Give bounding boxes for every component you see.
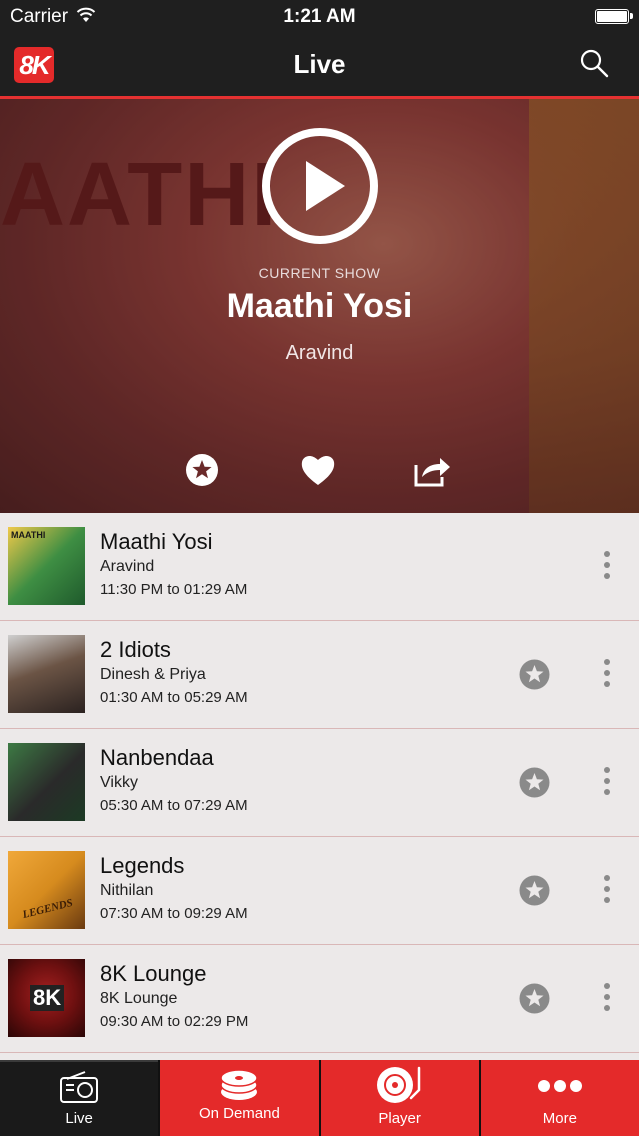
list-item[interactable]: 8K 8K Lounge 8K Lounge 09:30 AM to 02:29… <box>0 945 639 1053</box>
show-title: Nanbendaa <box>100 745 214 770</box>
show-title: 8K Lounge <box>100 961 207 986</box>
show-thumbnail <box>8 635 85 713</box>
show-time: 01:30 AM to 05:29 AM <box>100 689 248 706</box>
show-time: 07:30 AM to 09:29 AM <box>100 905 248 922</box>
show-host: Aravind <box>100 558 155 575</box>
favorite-star-icon[interactable] <box>519 767 550 798</box>
turntable-icon <box>376 1066 420 1103</box>
tab-live[interactable]: Live <box>0 1060 159 1136</box>
page-title: Live <box>293 49 346 79</box>
show-thumbnail: MAATHI <box>8 527 85 605</box>
thumbnail-text: 8K <box>30 985 65 1011</box>
heart-icon[interactable] <box>300 453 336 487</box>
star-icon[interactable] <box>185 453 219 487</box>
nav-bar: 8K Live <box>0 34 639 99</box>
show-time: 05:30 AM to 07:29 AM <box>100 797 248 814</box>
show-host: 8K Lounge <box>100 990 178 1007</box>
show-thumbnail <box>8 743 85 821</box>
tab-player[interactable]: Player <box>318 1060 479 1136</box>
radio-icon <box>60 1071 99 1103</box>
show-time: 11:30 PM to 01:29 AM <box>100 581 248 598</box>
thumbnail-text: LEGENDS <box>21 896 75 922</box>
more-options-icon[interactable] <box>596 549 618 581</box>
more-options-icon[interactable] <box>596 873 618 905</box>
show-time: 09:30 AM to 02:29 PM <box>100 1013 249 1030</box>
current-show-title: Maathi Yosi <box>226 287 413 325</box>
hero-actions <box>0 453 639 493</box>
more-options-icon[interactable] <box>596 765 618 797</box>
list-item[interactable]: LEGENDS Legends Nithilan 07:30 AM to 09:… <box>0 837 639 945</box>
status-time: 1:21 AM <box>283 6 356 27</box>
more-options-icon[interactable] <box>596 981 618 1013</box>
show-title: Maathi Yosi <box>100 529 213 554</box>
tab-label: Player <box>378 1110 421 1127</box>
tab-label: More <box>542 1110 577 1127</box>
disc-stack-icon <box>220 1069 259 1100</box>
show-thumbnail: LEGENDS <box>8 851 85 929</box>
battery-icon <box>595 9 633 24</box>
play-button[interactable] <box>261 127 379 245</box>
favorite-star-icon[interactable] <box>519 659 550 690</box>
show-title: Legends <box>100 853 185 878</box>
current-show-label: CURRENT SHOW <box>258 265 381 281</box>
thumbnail-text: MAATHI <box>11 530 46 540</box>
show-host: Vikky <box>100 774 138 791</box>
tab-bar: Live On Demand Player More <box>0 1060 639 1136</box>
show-host: Dinesh & Priya <box>100 666 206 683</box>
dots-icon <box>537 1080 582 1092</box>
show-host: Nithilan <box>100 882 154 899</box>
more-options-icon[interactable] <box>596 657 618 689</box>
search-icon[interactable] <box>579 48 609 78</box>
favorite-star-icon[interactable] <box>519 983 550 1014</box>
show-title: 2 Idiots <box>100 637 171 662</box>
current-show-host: Aravind <box>285 342 354 364</box>
show-thumbnail: 8K <box>8 959 85 1037</box>
share-icon[interactable] <box>414 453 452 487</box>
list-item[interactable]: Nanbendaa Vikky 05:30 AM to 07:29 AM <box>0 729 639 837</box>
tab-more[interactable]: More <box>478 1060 639 1136</box>
list-item[interactable]: 2 Idiots Dinesh & Priya 01:30 AM to 05:2… <box>0 621 639 729</box>
favorite-star-icon[interactable] <box>519 875 550 906</box>
list-item[interactable]: MAATHI Maathi Yosi Aravind 11:30 PM to 0… <box>0 513 639 621</box>
tab-label: Live <box>65 1110 93 1127</box>
tab-label: On Demand <box>198 1105 280 1122</box>
tab-on-demand[interactable]: On Demand <box>158 1060 319 1136</box>
status-bar: Carrier 1:21 AM <box>0 0 639 34</box>
current-show-hero: AATHI CURRENT SHOW Maathi Yosi Aravind <box>0 99 639 513</box>
show-schedule-list: MAATHI Maathi Yosi Aravind 11:30 PM to 0… <box>0 513 639 1060</box>
